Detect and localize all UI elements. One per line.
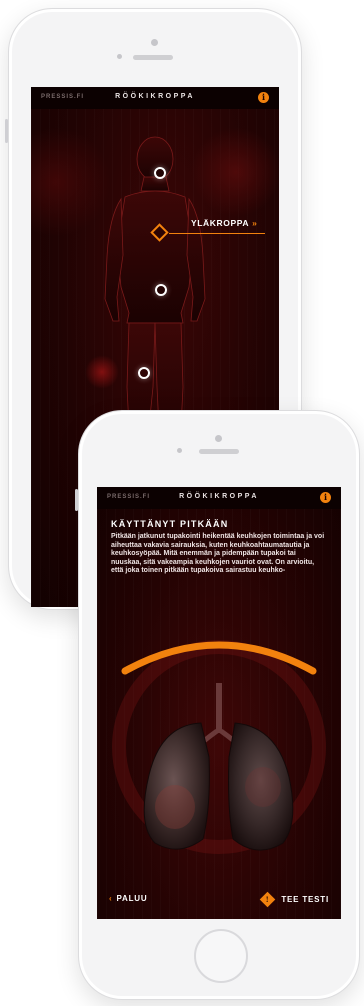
app-screen-lungs: PRESSIS.FI RÖÖKIKROPPA i KÄYTTÄNYT PITKÄ…	[97, 487, 341, 919]
alert-diamond-icon: !	[260, 891, 276, 908]
legs-hotspot[interactable]	[138, 367, 150, 379]
take-test-label: TEE TESTI	[281, 895, 329, 904]
phone-mockup-front: PRESSIS.FI RÖÖKIKROPPA i KÄYTTÄNYT PITKÄ…	[75, 410, 360, 1000]
proximity-sensor	[117, 54, 122, 59]
head-hotspot[interactable]	[154, 167, 166, 179]
front-camera	[151, 39, 158, 46]
front-camera	[215, 435, 222, 442]
upper-body-label: YLÄKROPPA	[191, 218, 250, 228]
earpiece-speaker	[199, 449, 239, 454]
abdomen-hotspot[interactable]	[155, 284, 167, 296]
volume-button	[75, 489, 78, 511]
upper-body-link[interactable]: YLÄKROPPA»	[191, 218, 257, 228]
earpiece-speaker	[133, 55, 173, 60]
home-button[interactable]	[194, 929, 248, 983]
back-button[interactable]: ‹ PALUU	[109, 894, 147, 903]
take-test-button[interactable]: ! TEE TESTI	[260, 891, 329, 908]
hotspot-pointer-line	[169, 233, 265, 234]
lungs-illustration	[112, 640, 326, 854]
volume-button	[5, 119, 8, 143]
chevron-left-icon: ‹	[109, 894, 113, 903]
back-label: PALUU	[116, 894, 148, 903]
proximity-sensor	[177, 448, 182, 453]
double-chevron-right-icon: »	[252, 218, 258, 228]
